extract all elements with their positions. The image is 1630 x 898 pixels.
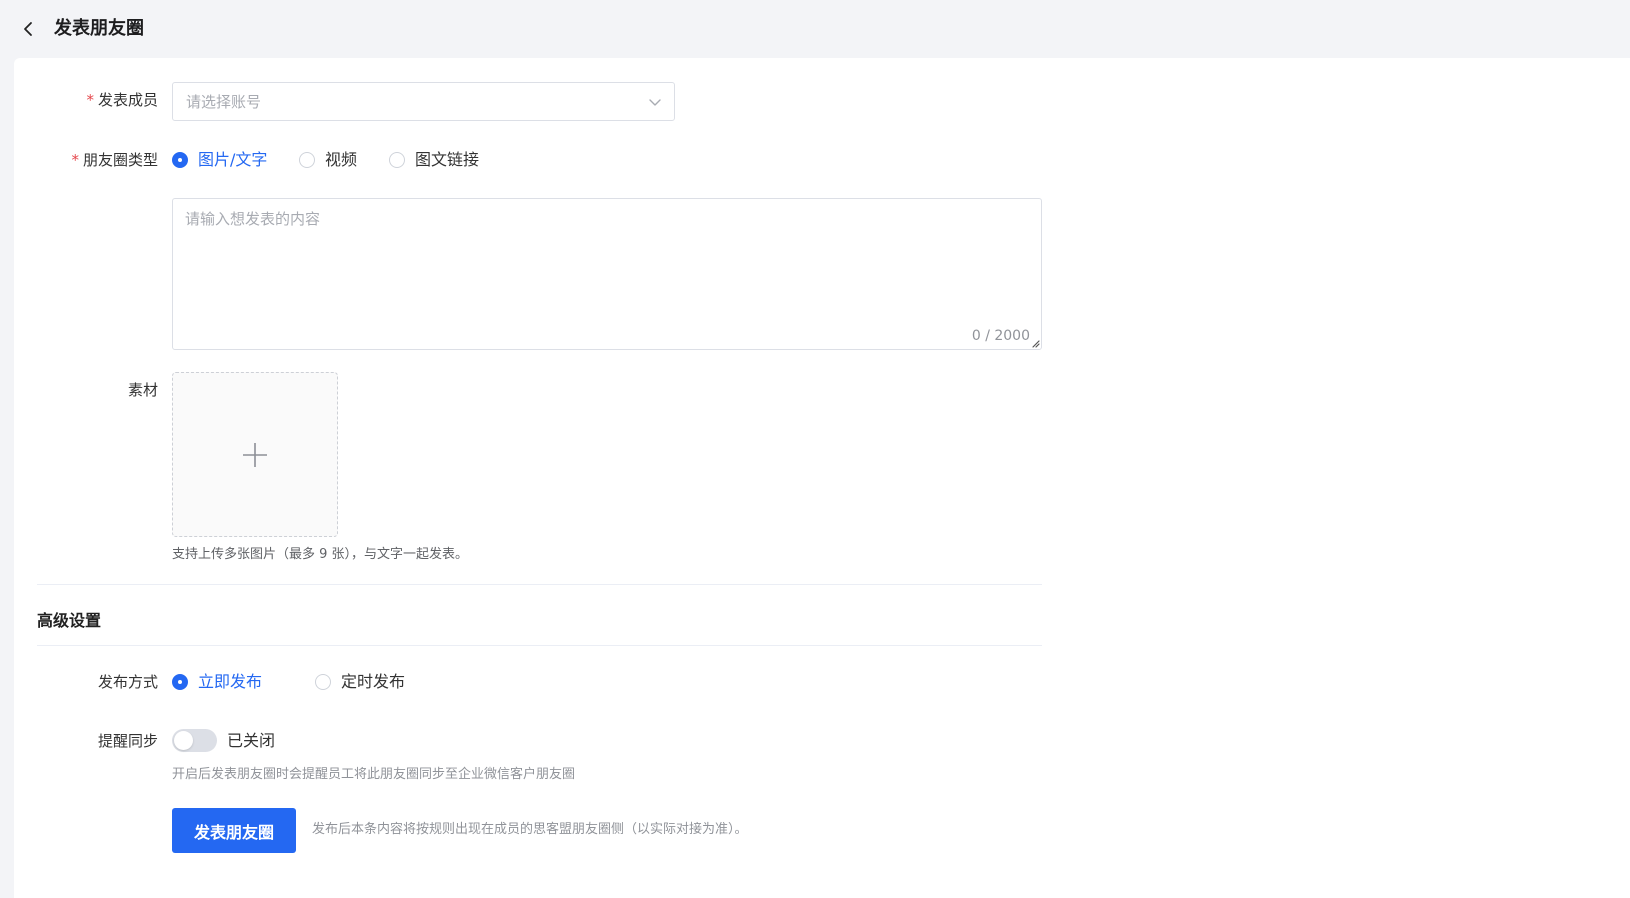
chevron-down-icon bbox=[649, 99, 661, 106]
section-divider bbox=[37, 584, 1042, 585]
chevron-left-icon bbox=[24, 22, 32, 36]
section-divider bbox=[37, 645, 1042, 646]
page-title: 发表朋友圈 bbox=[54, 18, 144, 39]
switch-knob bbox=[174, 731, 193, 750]
resize-handle-icon[interactable] bbox=[1031, 339, 1040, 348]
type-radio-video[interactable]: 视频 bbox=[299, 150, 357, 170]
remind-sync-switch[interactable] bbox=[172, 729, 217, 752]
required-mark: * bbox=[71, 151, 79, 169]
member-select[interactable]: 请选择账号 bbox=[172, 82, 675, 121]
member-select-placeholder: 请选择账号 bbox=[186, 93, 262, 111]
plus-icon bbox=[243, 442, 267, 467]
back-button[interactable] bbox=[18, 19, 38, 39]
member-label: * 发表成员 bbox=[86, 91, 158, 109]
remind-sync-state: 已关闭 bbox=[227, 731, 276, 750]
upload-image-button[interactable] bbox=[172, 372, 338, 537]
radio-unchecked-icon bbox=[389, 152, 405, 168]
radio-unchecked-icon bbox=[315, 674, 331, 690]
publish-moments-button[interactable]: 发表朋友圈 bbox=[172, 808, 296, 853]
publish-mode-label: 发布方式 bbox=[97, 673, 158, 691]
content-placeholder: 请输入想发表的内容 bbox=[185, 210, 321, 228]
type-radio-link[interactable]: 图文链接 bbox=[389, 150, 479, 170]
required-mark: * bbox=[86, 91, 94, 109]
material-label: 素材 bbox=[127, 381, 158, 399]
publish-radio-scheduled[interactable]: 定时发布 bbox=[315, 672, 405, 692]
publish-note: 发布后本条内容将按规则出现在成员的思客盟朋友圈侧（以实际对接为准）。 bbox=[312, 822, 748, 837]
radio-unchecked-icon bbox=[299, 152, 315, 168]
type-radio-image-text[interactable]: 图片/文字 bbox=[172, 150, 267, 170]
radio-checked-icon bbox=[172, 152, 188, 168]
char-counter: 0 / 2000 bbox=[971, 328, 1030, 344]
radio-checked-icon bbox=[172, 674, 188, 690]
remind-sync-hint: 开启后发表朋友圈时会提醒员工将此朋友圈同步至企业微信客户朋友圈 bbox=[172, 767, 576, 782]
publish-radio-now[interactable]: 立即发布 bbox=[172, 672, 262, 692]
remind-sync-label: 提醒同步 bbox=[97, 732, 158, 750]
content-textarea[interactable]: 请输入想发表的内容 0 / 2000 bbox=[172, 198, 1042, 350]
material-hint: 支持上传多张图片（最多 9 张），与文字一起发表。 bbox=[172, 547, 469, 562]
type-label: * 朋友圈类型 bbox=[71, 151, 158, 169]
page-header: 发表朋友圈 bbox=[0, 0, 1630, 58]
advanced-settings-title: 高级设置 bbox=[37, 611, 102, 630]
